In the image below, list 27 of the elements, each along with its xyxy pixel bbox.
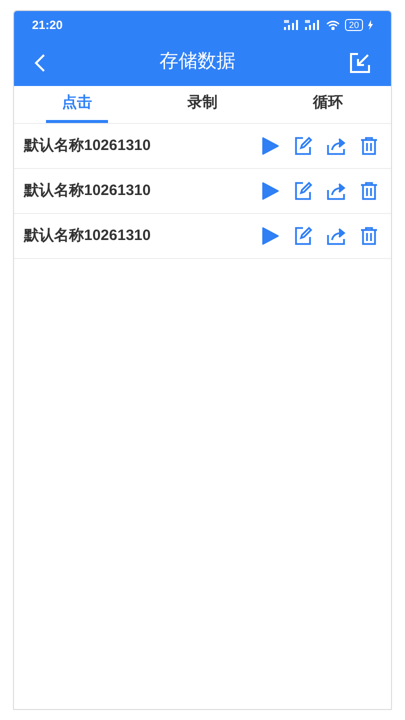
edit-icon[interactable] bbox=[293, 226, 313, 246]
record-name: 默认名称10261310 bbox=[24, 226, 152, 246]
share-icon[interactable] bbox=[326, 136, 346, 156]
back-icon[interactable] bbox=[34, 52, 46, 72]
delete-icon[interactable] bbox=[359, 181, 379, 201]
delete-icon[interactable] bbox=[359, 136, 379, 156]
edit-icon[interactable] bbox=[293, 136, 313, 156]
import-icon[interactable] bbox=[349, 52, 371, 74]
play-icon[interactable] bbox=[260, 181, 280, 201]
play-icon[interactable] bbox=[260, 136, 280, 156]
record-name: 默认名称10261310 bbox=[24, 180, 152, 201]
signal-icon bbox=[284, 20, 300, 30]
record-name: 默认名称10261310 bbox=[24, 136, 152, 156]
signal-icon bbox=[304, 20, 321, 30]
status-time: 21:20 bbox=[32, 17, 64, 34]
tab[interactable]: 循环 bbox=[297, 86, 360, 123]
share-icon[interactable] bbox=[326, 226, 346, 246]
wifi-icon bbox=[326, 20, 340, 30]
share-icon[interactable] bbox=[326, 181, 346, 201]
delete-icon[interactable] bbox=[359, 226, 379, 246]
battery-level: 20 bbox=[344, 19, 363, 31]
play-icon[interactable] bbox=[260, 226, 280, 246]
tab[interactable]: 录制 bbox=[172, 86, 234, 123]
tab[interactable]: 点击 bbox=[46, 86, 108, 123]
charging-icon bbox=[368, 20, 373, 30]
edit-icon[interactable] bbox=[293, 181, 313, 201]
page-title: 存储数据 bbox=[158, 50, 236, 74]
